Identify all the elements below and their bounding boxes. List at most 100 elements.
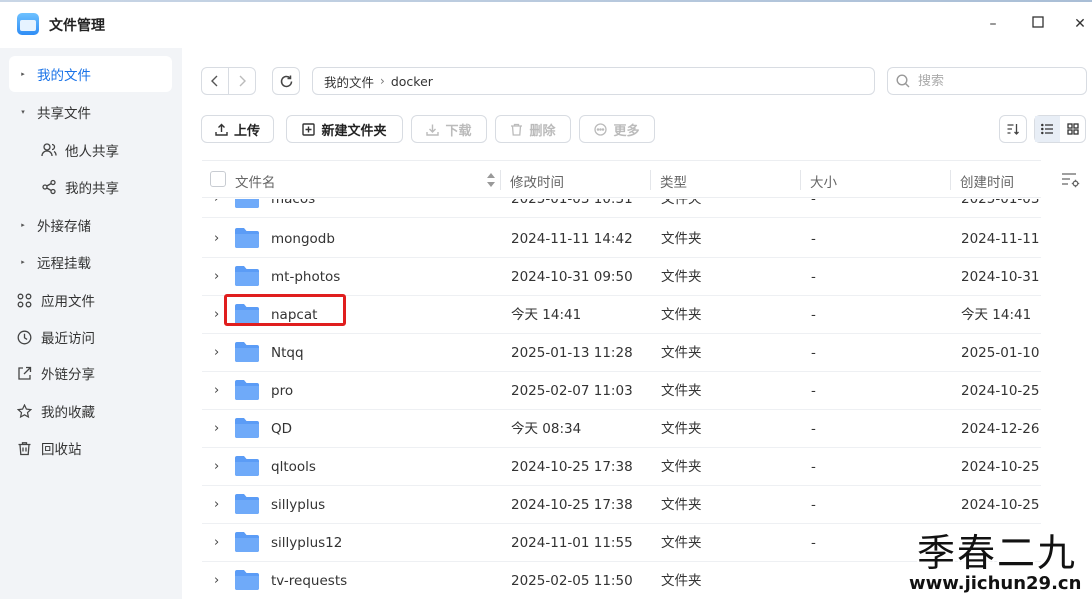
breadcrumb[interactable]: 我的文件 › docker [312,67,875,95]
column-header-modified[interactable]: 修改时间 [510,171,564,191]
column-divider[interactable] [650,170,651,190]
sidebar-item-favorites[interactable]: 我的收藏 [9,393,172,429]
file-modified: 2025-02-07 11:03 [511,383,633,399]
folder-icon [235,266,259,286]
select-all-checkbox[interactable] [210,171,226,187]
sort-icon [1007,124,1019,135]
more-button[interactable]: 更多 [579,115,655,143]
table-row[interactable]: › QD 今天 08:34 文件夹 - 2024-12-26 1 [202,410,1041,448]
delete-button[interactable]: 删除 [495,115,571,143]
collapse-arrow-icon[interactable]: ▾ [9,108,37,116]
column-divider[interactable] [500,170,501,190]
table-row[interactable]: › qltools 2024-10-25 17:38 文件夹 - 2024-10… [202,448,1041,486]
watermark-url: www.jichun29.cn [909,573,1082,594]
file-type: 文件夹 [661,573,702,589]
breadcrumb-separator: › [380,74,385,88]
external-link-icon [11,366,37,381]
file-created: 2024-10-25 1 [961,459,1041,475]
sidebar-item-my-files[interactable]: ▸ 我的文件 [9,56,172,92]
column-header-name[interactable]: 文件名 [235,171,276,191]
file-modified: 2024-10-25 17:38 [511,459,633,475]
close-button[interactable]: ✕ [1068,12,1092,36]
clock-icon [11,330,37,345]
grid-view-button[interactable] [1060,116,1085,142]
expand-arrow-icon[interactable]: ▸ [9,70,37,78]
file-type: 文件夹 [661,535,702,551]
file-name[interactable]: tv-requests [271,562,491,599]
column-header-created[interactable]: 创建时间 [960,171,1014,191]
sidebar-item-remote-mount[interactable]: ▸ 远程挂载 [9,244,172,280]
forward-button[interactable] [228,68,255,94]
upload-button[interactable]: 上传 [201,115,274,143]
expand-arrow-icon[interactable]: ▸ [9,221,37,229]
sidebar-item-shared-with-me[interactable]: 他人共享 [9,132,172,168]
column-header-type[interactable]: 类型 [660,171,687,191]
file-modified: 2024-11-11 14:42 [511,231,633,247]
file-type: 文件夹 [661,497,702,513]
column-header-size[interactable]: 大小 [810,171,837,191]
sidebar-item-app-files[interactable]: 应用文件 [9,282,172,318]
table-row[interactable]: › macos 2025-01-03 10:31 文件夹 - 2025-01-0… [202,199,1041,218]
refresh-button[interactable] [272,67,300,95]
expand-chevron-icon[interactable]: › [214,410,219,448]
breadcrumb-root[interactable]: 我的文件 [324,72,374,91]
expand-chevron-icon[interactable]: › [214,486,219,524]
sidebar-item-label: 远程挂载 [37,256,91,272]
file-name[interactable]: mongodb [271,220,491,258]
column-divider[interactable] [800,170,801,190]
table-row[interactable]: › mt-photos 2024-10-31 09:50 文件夹 - 2024-… [202,258,1041,296]
column-settings-icon[interactable] [1061,172,1081,188]
file-name[interactable]: sillyplus [271,486,491,524]
table-row[interactable]: › mongodb 2024-11-11 14:42 文件夹 - 2024-11… [202,220,1041,258]
breadcrumb-current[interactable]: docker [391,74,433,89]
sidebar-item-shared-files[interactable]: ▾ 共享文件 [9,94,172,130]
expand-chevron-icon[interactable]: › [214,448,219,486]
file-name[interactable]: QD [271,410,491,448]
add-folder-icon [302,122,316,136]
new-folder-label: 新建文件夹 [321,123,387,139]
sort-button[interactable] [999,115,1027,143]
table-row[interactable]: › Ntqq 2025-01-13 11:28 文件夹 - 2025-01-10… [202,334,1041,372]
list-view-button[interactable] [1035,116,1060,142]
file-name[interactable]: macos [271,199,491,218]
sidebar-item-external-link-share[interactable]: 外链分享 [9,355,172,391]
file-modified: 2024-10-25 17:38 [511,497,633,513]
sort-arrows-icon[interactable] [486,172,496,188]
expand-chevron-icon[interactable]: › [214,524,219,562]
expand-chevron-icon[interactable]: › [214,562,219,599]
expand-chevron-icon[interactable]: › [214,334,219,372]
sidebar-item-my-shares[interactable]: 我的共享 [9,169,172,205]
file-modified: 今天 14:41 [511,307,582,323]
search-box[interactable] [887,67,1087,95]
search-input[interactable] [918,73,1068,89]
file-modified: 2025-02-05 11:50 [511,573,633,589]
file-name[interactable]: Ntqq [271,334,491,372]
file-name[interactable]: sillyplus12 [271,524,491,562]
file-modified: 2025-01-03 10:31 [511,199,633,207]
file-name[interactable]: pro [271,372,491,410]
expand-chevron-icon[interactable]: › [214,372,219,410]
sidebar-item-recycle-bin[interactable]: 回收站 [9,430,172,466]
share-icon [33,179,65,195]
sidebar-item-recent[interactable]: 最近访问 [9,319,172,355]
table-row[interactable]: › pro 2025-02-07 11:03 文件夹 - 2024-10-25 … [202,372,1041,410]
column-divider[interactable] [950,170,951,190]
maximize-button[interactable] [1026,12,1050,36]
file-name[interactable]: qltools [271,448,491,486]
expand-chevron-icon[interactable]: › [214,199,219,218]
expand-chevron-icon[interactable]: › [214,258,219,296]
chevron-left-icon [211,75,218,87]
view-switch [1034,115,1086,143]
minimize-button[interactable]: – [981,12,1005,36]
back-button[interactable] [202,68,228,94]
sidebar-item-external-storage[interactable]: ▸ 外接存储 [9,207,172,243]
new-folder-button[interactable]: 新建文件夹 [286,115,403,143]
file-name[interactable]: mt-photos [271,258,491,296]
table-row[interactable]: › sillyplus 2024-10-25 17:38 文件夹 - 2024-… [202,486,1041,524]
file-type: 文件夹 [661,307,702,323]
download-button[interactable]: 下载 [411,115,487,143]
expand-chevron-icon[interactable]: › [214,220,219,258]
file-size: - [811,497,816,513]
expand-arrow-icon[interactable]: ▸ [9,258,37,266]
expand-chevron-icon[interactable]: › [214,296,219,334]
